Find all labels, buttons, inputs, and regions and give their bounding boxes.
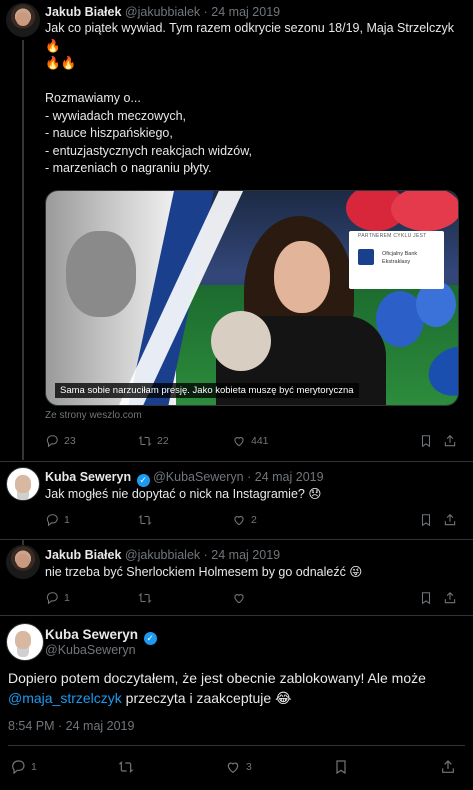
like-icon <box>232 434 246 448</box>
author-name[interactable]: Kuba Seweryn <box>45 627 138 642</box>
like-count: 2 <box>251 514 257 526</box>
link-card[interactable]: PARTNEREM CYKLU JEST Oficjalny Bank Ekst… <box>45 190 459 406</box>
mention-link[interactable]: @maja_strzelczyk <box>8 690 122 706</box>
like-count: 441 <box>251 435 269 447</box>
author-handle[interactable]: @jakubbialek <box>125 5 200 19</box>
like-button[interactable]: 441 <box>232 434 269 448</box>
retweet-button[interactable] <box>138 591 157 605</box>
share-icon <box>440 759 456 775</box>
tweet-date[interactable]: 24 maj 2019 <box>211 5 280 19</box>
bookmark-icon <box>333 759 349 775</box>
bookmark-icon <box>419 513 433 527</box>
share-button[interactable] <box>440 759 456 775</box>
reply-button[interactable]: 23 <box>45 434 76 448</box>
tweet-actions: 23 22 441 <box>45 434 459 452</box>
like-button[interactable] <box>232 591 251 605</box>
separator-dot: · <box>203 548 208 562</box>
retweet-icon <box>118 759 134 775</box>
author-name[interactable]: Jakub Białek <box>45 5 121 19</box>
like-icon <box>225 759 241 775</box>
reply-count: 1 <box>64 592 70 604</box>
tweet-header: Kuba Seweryn ✓ @KubaSeweryn · 24 maj 201… <box>45 469 324 487</box>
divider <box>0 539 473 540</box>
retweet-count: 22 <box>157 435 169 447</box>
tweet-actions: 1 3 <box>8 759 463 777</box>
avatar[interactable] <box>6 545 40 579</box>
tweet-header: Jakub Białek @jakubbialek · 24 maj 2019 <box>45 547 280 563</box>
retweet-button[interactable]: 22 <box>138 434 169 448</box>
reply-icon <box>45 434 59 448</box>
author-name[interactable]: Kuba Seweryn <box>45 470 131 484</box>
retweet-button[interactable] <box>138 513 157 527</box>
reply-icon <box>10 759 26 775</box>
tweet-actions: 1 <box>45 591 459 609</box>
sponsor-name: Oficjalny Bank Ekstraklasy <box>382 251 418 265</box>
share-icon <box>443 591 457 605</box>
sponsor-title: PARTNEREM CYKLU JEST <box>358 233 427 239</box>
tweet-text-part: Dopiero potem doczytałem, że jest obecni… <box>8 670 426 686</box>
share-button[interactable] <box>443 434 457 448</box>
bookmark-button[interactable] <box>419 434 433 448</box>
bookmark-icon <box>419 434 433 448</box>
author-handle[interactable]: @jakubbialek <box>125 548 200 562</box>
share-icon <box>443 434 457 448</box>
share-button[interactable] <box>443 591 457 605</box>
like-count: 3 <box>246 761 252 773</box>
divider <box>0 461 473 462</box>
divider <box>8 745 465 746</box>
card-caption: Sama sobie narzuciłam presję. Jako kobie… <box>55 383 359 398</box>
author-name[interactable]: Jakub Białek <box>45 548 121 562</box>
avatar[interactable] <box>6 623 44 661</box>
retweet-button[interactable] <box>118 759 139 775</box>
avatar[interactable] <box>6 3 40 37</box>
divider <box>0 615 473 616</box>
retweet-icon <box>138 434 152 448</box>
bookmark-button[interactable] <box>419 591 433 605</box>
separator-dot: · <box>203 5 208 19</box>
like-button[interactable]: 3 <box>225 759 252 775</box>
tweet-text-part: przeczyta i zaakceptuje 😂 <box>121 690 292 706</box>
avatar[interactable] <box>6 467 40 501</box>
share-button[interactable] <box>443 513 457 527</box>
like-button[interactable]: 2 <box>232 513 257 527</box>
share-icon <box>443 513 457 527</box>
card-image-fur <box>211 311 271 371</box>
author-handle[interactable]: @KubaSeweryn <box>45 643 136 657</box>
verified-badge-icon: ✓ <box>143 632 157 645</box>
like-icon <box>232 591 246 605</box>
retweet-icon <box>138 513 152 527</box>
retweet-icon <box>138 591 152 605</box>
tweet-text: Jak co piątek wywiad. Tym razem odkrycie… <box>45 21 454 210</box>
card-image-face <box>274 241 330 313</box>
tweet-header: Jakub Białek @jakubbialek · 24 maj 2019 <box>45 4 280 20</box>
tweet-date[interactable]: 24 maj 2019 <box>255 470 324 484</box>
reply-count: 23 <box>64 435 76 447</box>
reply-icon <box>45 513 59 527</box>
tweet-text: Dopiero potem doczytałem, że jest obecni… <box>8 668 463 708</box>
reply-icon <box>45 591 59 605</box>
tweet-date[interactable]: 24 maj 2019 <box>211 548 280 562</box>
tweet-text: Jak mogłeś nie dopytać o nick na Instagr… <box>45 487 322 501</box>
tweet-timestamp[interactable]: 8:54 PM · 24 maj 2019 <box>8 719 134 733</box>
bank-logo-icon <box>358 249 374 265</box>
tweet-text: nie trzeba być Sherlockiem Holmesem by g… <box>45 565 363 579</box>
bookmark-button[interactable] <box>333 759 349 775</box>
tweet-actions: 1 2 <box>45 513 459 531</box>
bookmark-button[interactable] <box>419 513 433 527</box>
like-icon <box>232 513 246 527</box>
reply-count: 1 <box>64 514 70 526</box>
reply-button[interactable]: 1 <box>45 513 70 527</box>
card-source[interactable]: Ze strony weszlo.com <box>45 410 142 421</box>
reply-button[interactable]: 1 <box>10 759 37 775</box>
author-handle[interactable]: @KubaSeweryn <box>153 470 244 484</box>
bookmark-icon <box>419 591 433 605</box>
balloon-shape <box>391 191 458 231</box>
reply-count: 1 <box>31 761 37 773</box>
separator-dot: · <box>247 470 252 484</box>
thread-line <box>22 40 24 460</box>
reply-button[interactable]: 1 <box>45 591 70 605</box>
